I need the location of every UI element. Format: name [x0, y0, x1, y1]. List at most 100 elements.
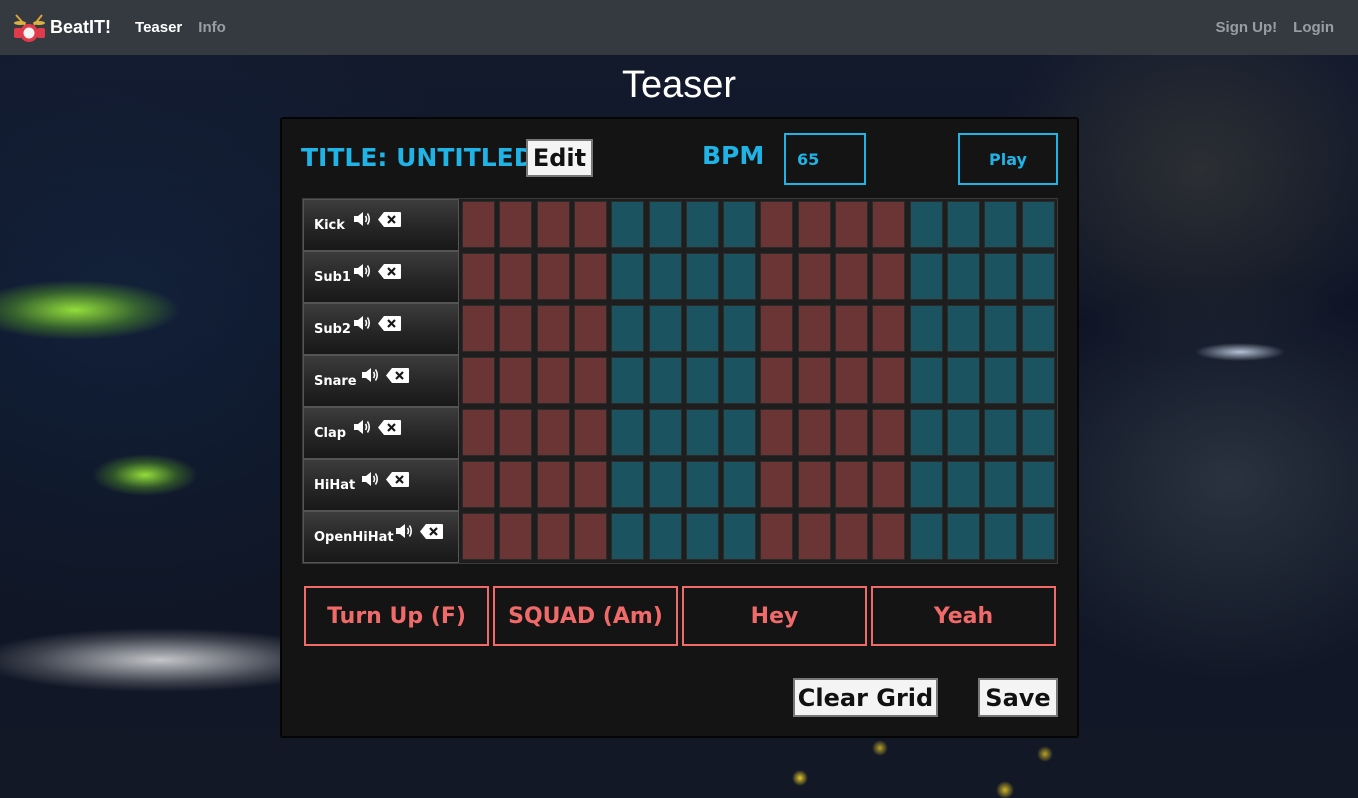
step-cell[interactable]	[909, 461, 943, 508]
delete-track-icon[interactable]	[377, 315, 402, 332]
step-cell[interactable]	[760, 513, 794, 560]
step-cell[interactable]	[462, 513, 495, 560]
step-cell[interactable]	[984, 253, 1018, 300]
step-cell[interactable]	[723, 461, 757, 508]
step-cell[interactable]	[723, 409, 757, 456]
step-cell[interactable]	[648, 305, 682, 352]
step-cell[interactable]	[685, 461, 719, 508]
step-cell[interactable]	[797, 513, 831, 560]
step-cell[interactable]	[462, 461, 495, 508]
step-cell[interactable]	[984, 201, 1018, 248]
step-cell[interactable]	[573, 461, 607, 508]
step-cell[interactable]	[536, 201, 570, 248]
step-cell[interactable]	[1021, 409, 1055, 456]
step-cell[interactable]	[835, 357, 868, 404]
step-cell[interactable]	[872, 253, 906, 300]
step-cell[interactable]	[499, 461, 533, 508]
sample-button-yeah[interactable]: Yeah	[871, 586, 1056, 646]
step-cell[interactable]	[909, 253, 943, 300]
delete-track-icon[interactable]	[385, 471, 410, 488]
step-cell[interactable]	[797, 305, 831, 352]
step-cell[interactable]	[536, 461, 570, 508]
step-cell[interactable]	[685, 201, 719, 248]
step-cell[interactable]	[797, 461, 831, 508]
step-cell[interactable]	[611, 357, 645, 404]
step-cell[interactable]	[462, 357, 495, 404]
step-cell[interactable]	[573, 409, 607, 456]
save-button[interactable]: Save	[978, 678, 1058, 717]
step-cell[interactable]	[573, 253, 607, 300]
delete-track-icon[interactable]	[385, 367, 410, 384]
step-cell[interactable]	[648, 201, 682, 248]
step-cell[interactable]	[723, 513, 757, 560]
step-cell[interactable]	[1021, 253, 1055, 300]
delete-track-icon[interactable]	[419, 523, 444, 540]
step-cell[interactable]	[984, 305, 1018, 352]
step-cell[interactable]	[909, 201, 943, 248]
step-cell[interactable]	[835, 253, 868, 300]
step-cell[interactable]	[723, 357, 757, 404]
step-cell[interactable]	[611, 305, 645, 352]
step-cell[interactable]	[760, 201, 794, 248]
step-cell[interactable]	[536, 513, 570, 560]
step-cell[interactable]	[872, 513, 906, 560]
step-cell[interactable]	[872, 357, 906, 404]
step-cell[interactable]	[1021, 513, 1055, 560]
bpm-input[interactable]	[784, 133, 866, 185]
delete-track-icon[interactable]	[377, 211, 402, 228]
step-cell[interactable]	[723, 305, 757, 352]
step-cell[interactable]	[835, 461, 868, 508]
step-cell[interactable]	[760, 305, 794, 352]
step-cell[interactable]	[946, 513, 980, 560]
delete-track-icon[interactable]	[377, 263, 402, 280]
step-cell[interactable]	[946, 201, 980, 248]
step-cell[interactable]	[760, 409, 794, 456]
speaker-icon[interactable]	[352, 262, 372, 280]
step-cell[interactable]	[536, 409, 570, 456]
step-cell[interactable]	[835, 201, 868, 248]
step-cell[interactable]	[872, 409, 906, 456]
nav-link-login[interactable]: Login	[1293, 19, 1334, 36]
step-cell[interactable]	[499, 357, 533, 404]
step-cell[interactable]	[499, 409, 533, 456]
speaker-icon[interactable]	[360, 366, 380, 384]
step-cell[interactable]	[797, 201, 831, 248]
edit-title-button[interactable]: Edit	[526, 139, 593, 177]
step-cell[interactable]	[685, 253, 719, 300]
speaker-icon[interactable]	[360, 470, 380, 488]
sample-button-squad[interactable]: SQUAD (Am)	[493, 586, 678, 646]
step-cell[interactable]	[946, 461, 980, 508]
step-cell[interactable]	[685, 513, 719, 560]
step-cell[interactable]	[573, 305, 607, 352]
step-cell[interactable]	[1021, 305, 1055, 352]
nav-link-info[interactable]: Info	[198, 19, 226, 36]
step-cell[interactable]	[685, 409, 719, 456]
nav-link-signup[interactable]: Sign Up!	[1216, 19, 1278, 36]
step-cell[interactable]	[835, 305, 868, 352]
step-cell[interactable]	[499, 253, 533, 300]
step-cell[interactable]	[760, 357, 794, 404]
step-cell[interactable]	[946, 409, 980, 456]
step-cell[interactable]	[946, 253, 980, 300]
play-button[interactable]: Play	[958, 133, 1058, 185]
step-cell[interactable]	[573, 357, 607, 404]
step-cell[interactable]	[984, 513, 1018, 560]
step-cell[interactable]	[797, 253, 831, 300]
step-cell[interactable]	[499, 305, 533, 352]
step-cell[interactable]	[648, 409, 682, 456]
sample-button-turn-up[interactable]: Turn Up (F)	[304, 586, 489, 646]
speaker-icon[interactable]	[352, 418, 372, 436]
step-cell[interactable]	[462, 253, 495, 300]
step-cell[interactable]	[760, 461, 794, 508]
step-cell[interactable]	[611, 409, 645, 456]
step-cell[interactable]	[573, 513, 607, 560]
delete-track-icon[interactable]	[377, 419, 402, 436]
speaker-icon[interactable]	[352, 314, 372, 332]
step-cell[interactable]	[909, 409, 943, 456]
step-cell[interactable]	[984, 461, 1018, 508]
clear-grid-button[interactable]: Clear Grid	[793, 678, 938, 717]
step-cell[interactable]	[648, 513, 682, 560]
step-cell[interactable]	[499, 513, 533, 560]
speaker-icon[interactable]	[352, 210, 372, 228]
step-cell[interactable]	[462, 409, 495, 456]
